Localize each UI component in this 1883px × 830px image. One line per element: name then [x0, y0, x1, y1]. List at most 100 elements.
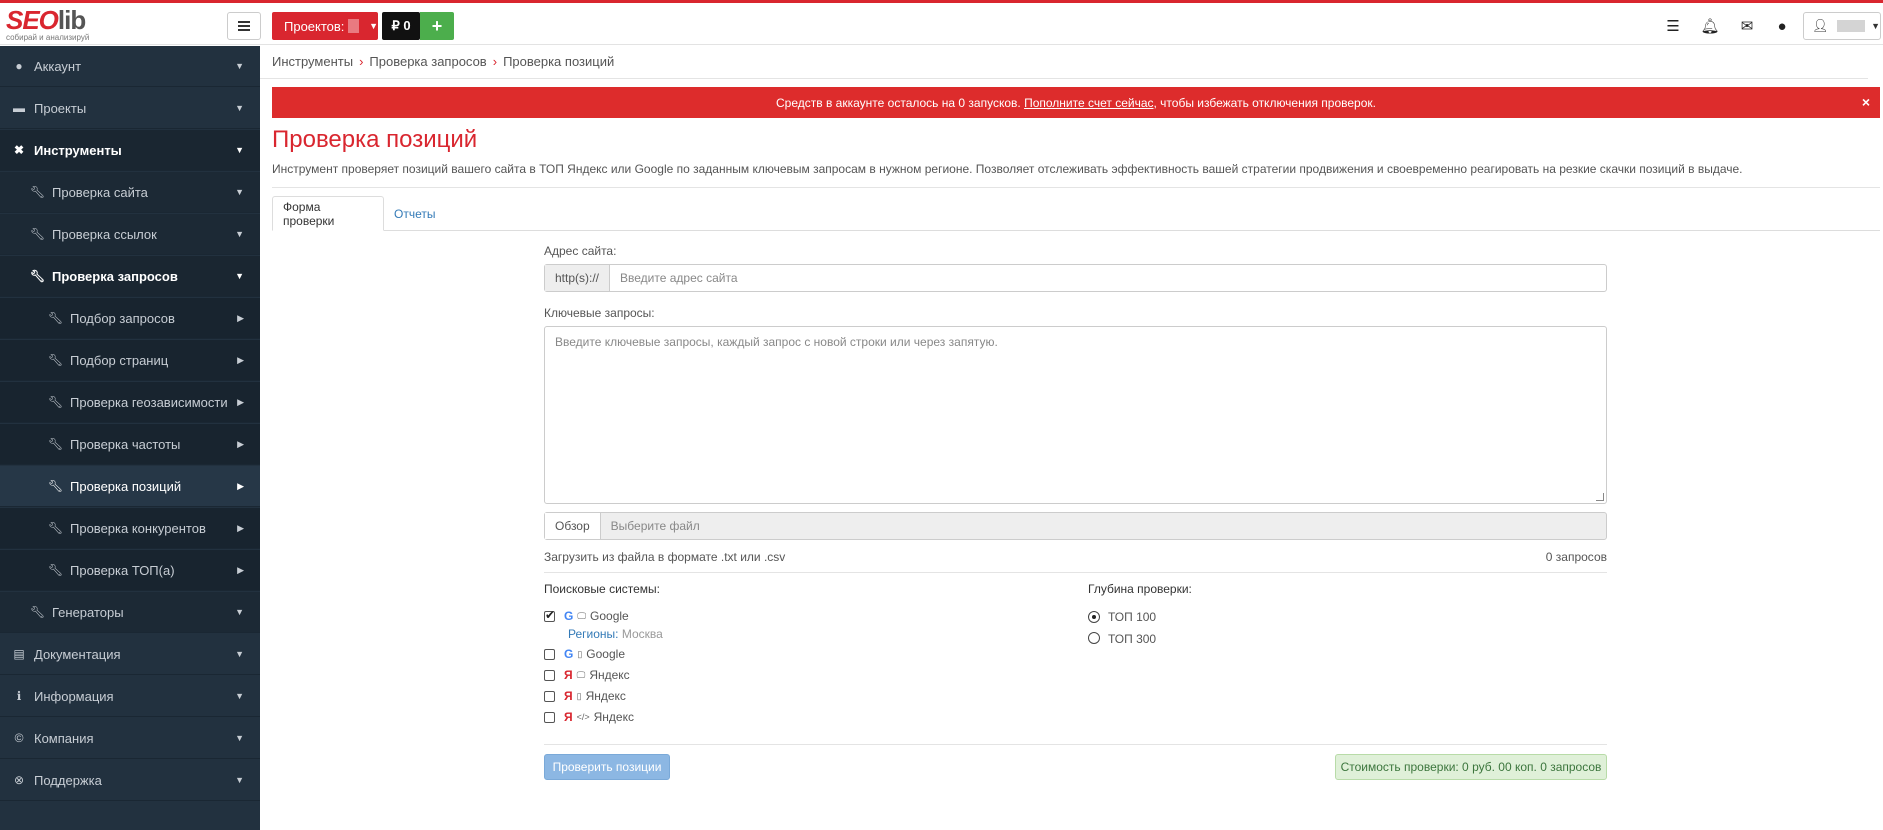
divider	[272, 187, 1880, 188]
sidebar-item-links-check[interactable]: 🔧︎ Проверка ссылок ▼	[0, 214, 260, 255]
caret-right-icon: ▶	[237, 522, 244, 533]
user-icon: 👤︎	[1812, 18, 1829, 33]
keywords-textarea[interactable]: Введите ключевые запросы, каждый запрос …	[544, 326, 1607, 504]
desktop-icon: 🖵	[577, 610, 587, 621]
engine-google-mobile: G ▯ Google	[564, 647, 625, 661]
breadcrumb-item[interactable]: Проверка запросов	[369, 54, 486, 69]
projects-label: Проектов:	[284, 18, 345, 34]
sidebar-item-frequency-check[interactable]: 🔧︎ Проверка частоты ▶	[0, 424, 260, 465]
top-up-link[interactable]: Пополните счет сейчас	[1024, 96, 1153, 110]
sidebar-item-projects[interactable]: ▬ Проекты ▼	[0, 88, 260, 129]
regions-label: Регионы:	[568, 627, 619, 641]
google-icon: G	[564, 609, 574, 623]
depth-radio-top300[interactable]	[1088, 632, 1100, 644]
wrench-icon: 🔧︎	[48, 311, 64, 325]
file-upload-group[interactable]: Обзор Выберите файл	[544, 512, 1607, 540]
engine-checkbox-yandex-xml[interactable]	[544, 712, 555, 723]
engine-checkbox-yandex-desktop[interactable]	[544, 670, 555, 681]
close-icon[interactable]: ×	[1862, 94, 1870, 110]
sidebar-item-label: Компания	[34, 730, 94, 746]
user-menu-button[interactable]: 👤︎ ▼	[1803, 12, 1881, 40]
engine-name: Яндекс	[585, 689, 626, 703]
checklist-icon[interactable]: ☰	[1662, 16, 1684, 36]
sidebar-item-documentation[interactable]: ▤ Документация ▼	[0, 634, 260, 675]
search-engines-label: Поисковые системы:	[544, 582, 661, 596]
username-redacted	[1836, 20, 1866, 32]
yandex-icon: Я	[564, 710, 573, 724]
tab-reports[interactable]: Отчеты	[384, 196, 445, 231]
sidebar-item-label: Проверка частоты	[70, 436, 181, 452]
menu-toggle-button[interactable]	[227, 12, 261, 40]
site-address-input[interactable]: Введите адрес сайта	[610, 265, 738, 291]
sidebar-item-site-check[interactable]: 🔧︎ Проверка сайта ▼	[0, 172, 260, 213]
user-icon: ●	[15, 59, 23, 73]
sidebar-item-page-selection[interactable]: 🔧︎ Подбор страниц ▶	[0, 340, 260, 381]
briefcase-icon: ▬	[13, 101, 25, 115]
cost-badge: Стоимость проверки: 0 руб. 00 коп. 0 зап…	[1335, 754, 1607, 780]
sidebar-item-company[interactable]: © Компания ▼	[0, 718, 260, 759]
page-title: Проверка позиций	[272, 126, 478, 153]
chat-icon[interactable]: ●	[1771, 16, 1793, 36]
caret-down-icon: ▼	[235, 649, 244, 659]
sidebar-item-keyword-selection[interactable]: 🔧︎ Подбор запросов ▶	[0, 298, 260, 339]
caret-right-icon: ▶	[237, 312, 244, 323]
sidebar-item-label: Проверка геозависимости	[70, 394, 228, 410]
resize-handle-icon[interactable]	[1596, 493, 1604, 501]
logo[interactable]: SEOlib собирай и анализируй	[6, 7, 116, 42]
engine-name: Google	[586, 647, 625, 661]
sidebar-item-label: Поддержка	[34, 772, 102, 788]
balance-button[interactable]: ₽ 0	[382, 12, 420, 40]
sidebar-item-support[interactable]: ⊗ Поддержка ▼	[0, 760, 260, 801]
mobile-icon: ▯	[576, 690, 582, 701]
region-link[interactable]: Регионы: Москва	[568, 627, 663, 641]
low-balance-alert: Средств в аккаунте осталось на 0 запуско…	[272, 87, 1880, 118]
sidebar-item-geo-check[interactable]: 🔧︎ Проверка геозависимости ▶	[0, 382, 260, 423]
engine-checkbox-google-desktop[interactable]	[544, 608, 555, 622]
tab-bar: Форма проверки Отчеты	[272, 196, 1880, 231]
add-funds-button[interactable]: +	[420, 12, 454, 40]
projects-dropdown-button[interactable]: Проектов: ▼	[272, 12, 378, 40]
sidebar-item-queries-check[interactable]: 🔧︎ Проверка запросов ▼	[0, 256, 260, 297]
chevron-right-icon: ›	[492, 54, 498, 69]
check-positions-button[interactable]: Проверить позиции	[544, 754, 670, 780]
engine-name: Google	[590, 609, 629, 623]
engine-checkbox-yandex-mobile[interactable]	[544, 691, 555, 702]
engine-checkbox-google-mobile[interactable]	[544, 649, 555, 660]
breadcrumb: Инструменты › Проверка запросов › Проверка п…	[272, 54, 614, 69]
browse-button[interactable]: Обзор	[545, 513, 601, 539]
caret-down-icon: ▼	[235, 271, 244, 281]
sidebar-item-positions-check[interactable]: 🔧︎ Проверка позиций ▶	[0, 466, 260, 507]
chevron-right-icon: ›	[359, 54, 364, 69]
sidebar-item-information[interactable]: ℹ Информация ▼	[0, 676, 260, 717]
caret-down-icon: ▼	[235, 229, 244, 239]
depth-radio-top100[interactable]	[1088, 611, 1100, 623]
main-content: Инструменты › Проверка запросов › Проверка п…	[260, 46, 1883, 830]
alert-text-end: , чтобы избежать отключения проверок.	[1153, 95, 1376, 110]
tab-check-form[interactable]: Форма проверки	[272, 196, 384, 231]
page-description: Инструмент проверяет позиций вашего сайт…	[272, 162, 1743, 176]
sidebar-item-label: Генераторы	[52, 604, 124, 620]
caret-right-icon: ▶	[237, 354, 244, 365]
caret-right-icon: ▶	[237, 438, 244, 449]
wrench-icon: 🔧︎	[48, 563, 64, 577]
sidebar-item-label: Инструменты	[34, 142, 122, 158]
caret-down-icon: ▼	[235, 103, 244, 113]
engine-yandex-mobile: Я ▯ Яндекс	[564, 689, 626, 703]
wrench-icon: 🔧︎	[48, 521, 64, 535]
envelope-icon[interactable]: ✉	[1736, 16, 1758, 36]
sidebar-item-account[interactable]: ● Аккаунт ▼	[0, 46, 260, 87]
sidebar-item-top-check[interactable]: 🔧︎ Проверка ТОП(а) ▶	[0, 550, 260, 591]
sidebar-item-generators[interactable]: 🔧︎ Генераторы ▼	[0, 592, 260, 633]
depth-option-label: ТОП 300	[1108, 632, 1157, 646]
caret-right-icon: ▶	[237, 480, 244, 491]
file-name-field[interactable]: Выберите файл	[601, 513, 700, 539]
wrench-icon: 🔧︎	[48, 479, 64, 493]
sidebar-item-competitors-check[interactable]: 🔧︎ Проверка конкурентов ▶	[0, 508, 260, 549]
bell-icon[interactable]: 🔔︎	[1699, 16, 1721, 36]
lifebuoy-icon: ⊗	[13, 773, 25, 787]
sidebar-item-tools[interactable]: ✖ Инструменты ▼	[0, 130, 260, 171]
sidebar-item-label: Проверка сайта	[52, 184, 148, 200]
breadcrumb-item[interactable]: Инструменты	[272, 54, 353, 69]
caret-down-icon: ▼	[235, 145, 244, 155]
site-address-input-group[interactable]: http(s):// Введите адрес сайта	[544, 264, 1607, 292]
